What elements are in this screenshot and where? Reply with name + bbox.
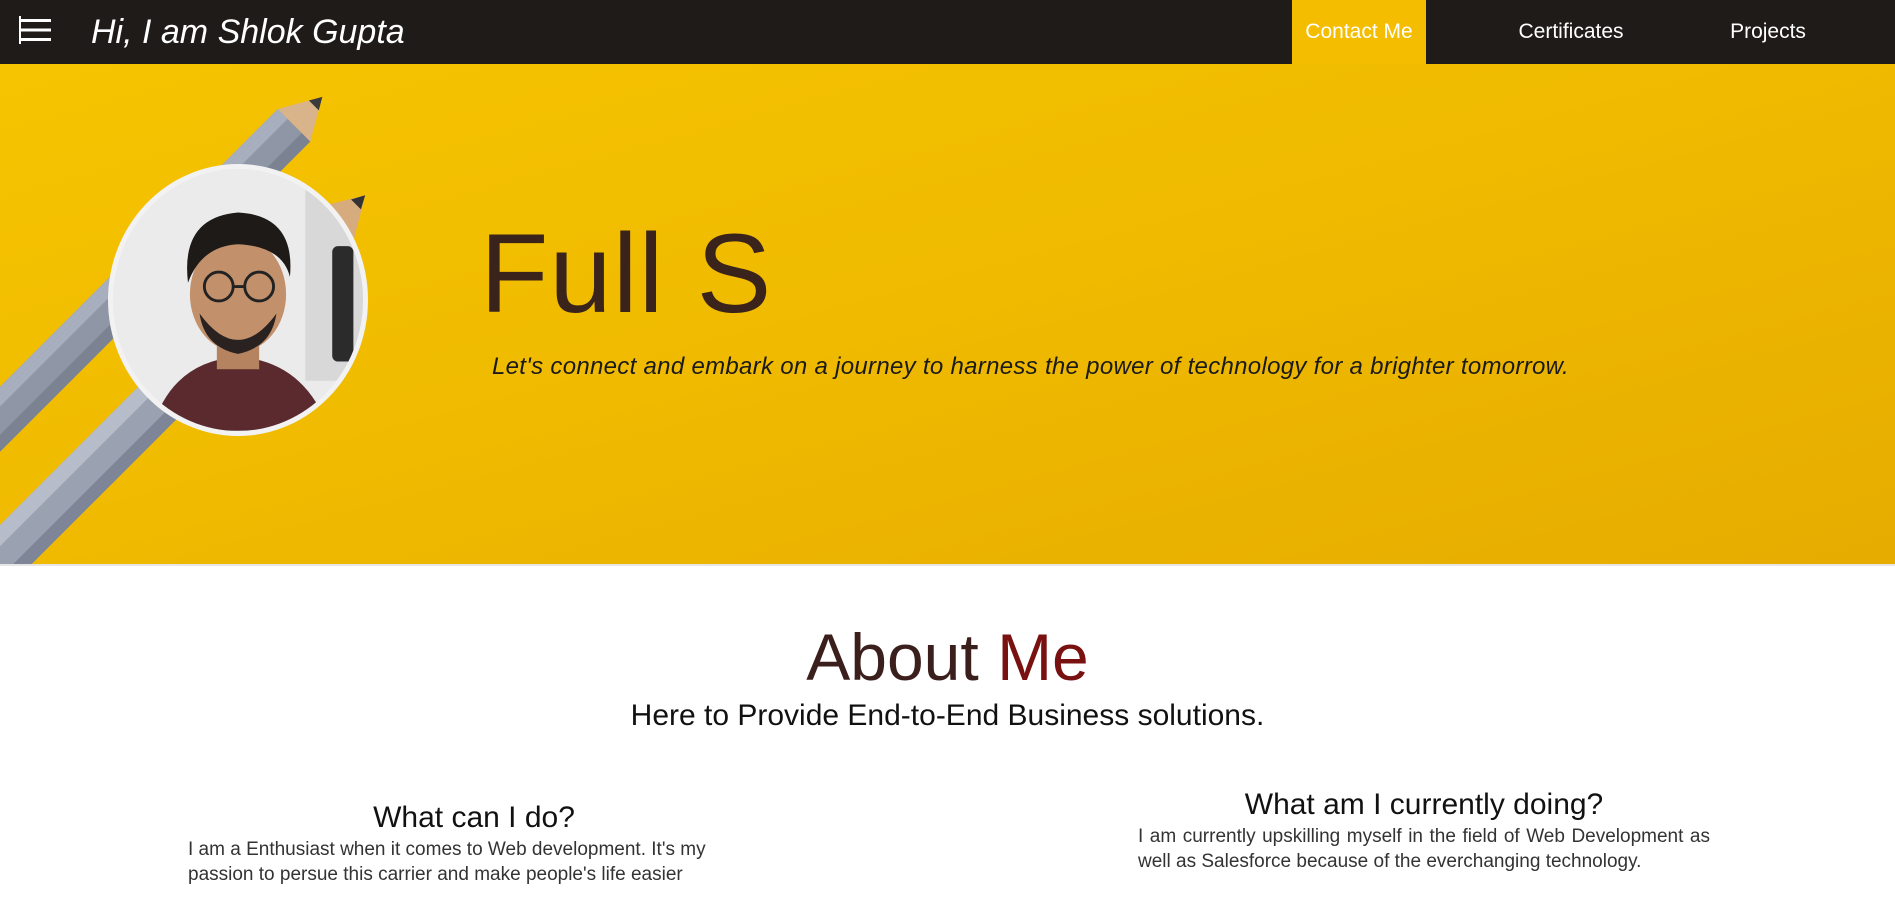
hero-tagline: Let's connect and embark on a journey to… (492, 353, 1569, 380)
nav-certificates[interactable]: Certificates (1490, 0, 1652, 64)
about-title-part1: About (806, 620, 998, 694)
top-navbar: Hi, I am Shlok Gupta Contact Me Certific… (0, 0, 1895, 64)
site-brand[interactable]: Hi, I am Shlok Gupta (91, 12, 405, 52)
hamburger-menu-icon[interactable] (19, 16, 53, 44)
about-title: About Me (0, 617, 1895, 697)
currently-doing-heading: What am I currently doing? (1244, 788, 1604, 821)
nav-contact-me[interactable]: Contact Me (1292, 0, 1426, 64)
what-can-i-do-heading: What can I do? (373, 801, 575, 834)
hero-banner: Full S Let's connect and embark on a jou… (0, 64, 1895, 566)
profile-avatar (108, 164, 368, 436)
what-can-i-do-text: I am a Enthusiast when it comes to Web d… (188, 839, 706, 885)
about-title-part2: Me (997, 620, 1089, 694)
about-subtitle: Here to Provide End-to-End Business solu… (630, 699, 1265, 732)
nav-projects[interactable]: Projects (1712, 0, 1824, 64)
currently-doing-text: I am currently upskilling myself in the … (1138, 826, 1710, 872)
hero-title: Full S (480, 211, 773, 336)
